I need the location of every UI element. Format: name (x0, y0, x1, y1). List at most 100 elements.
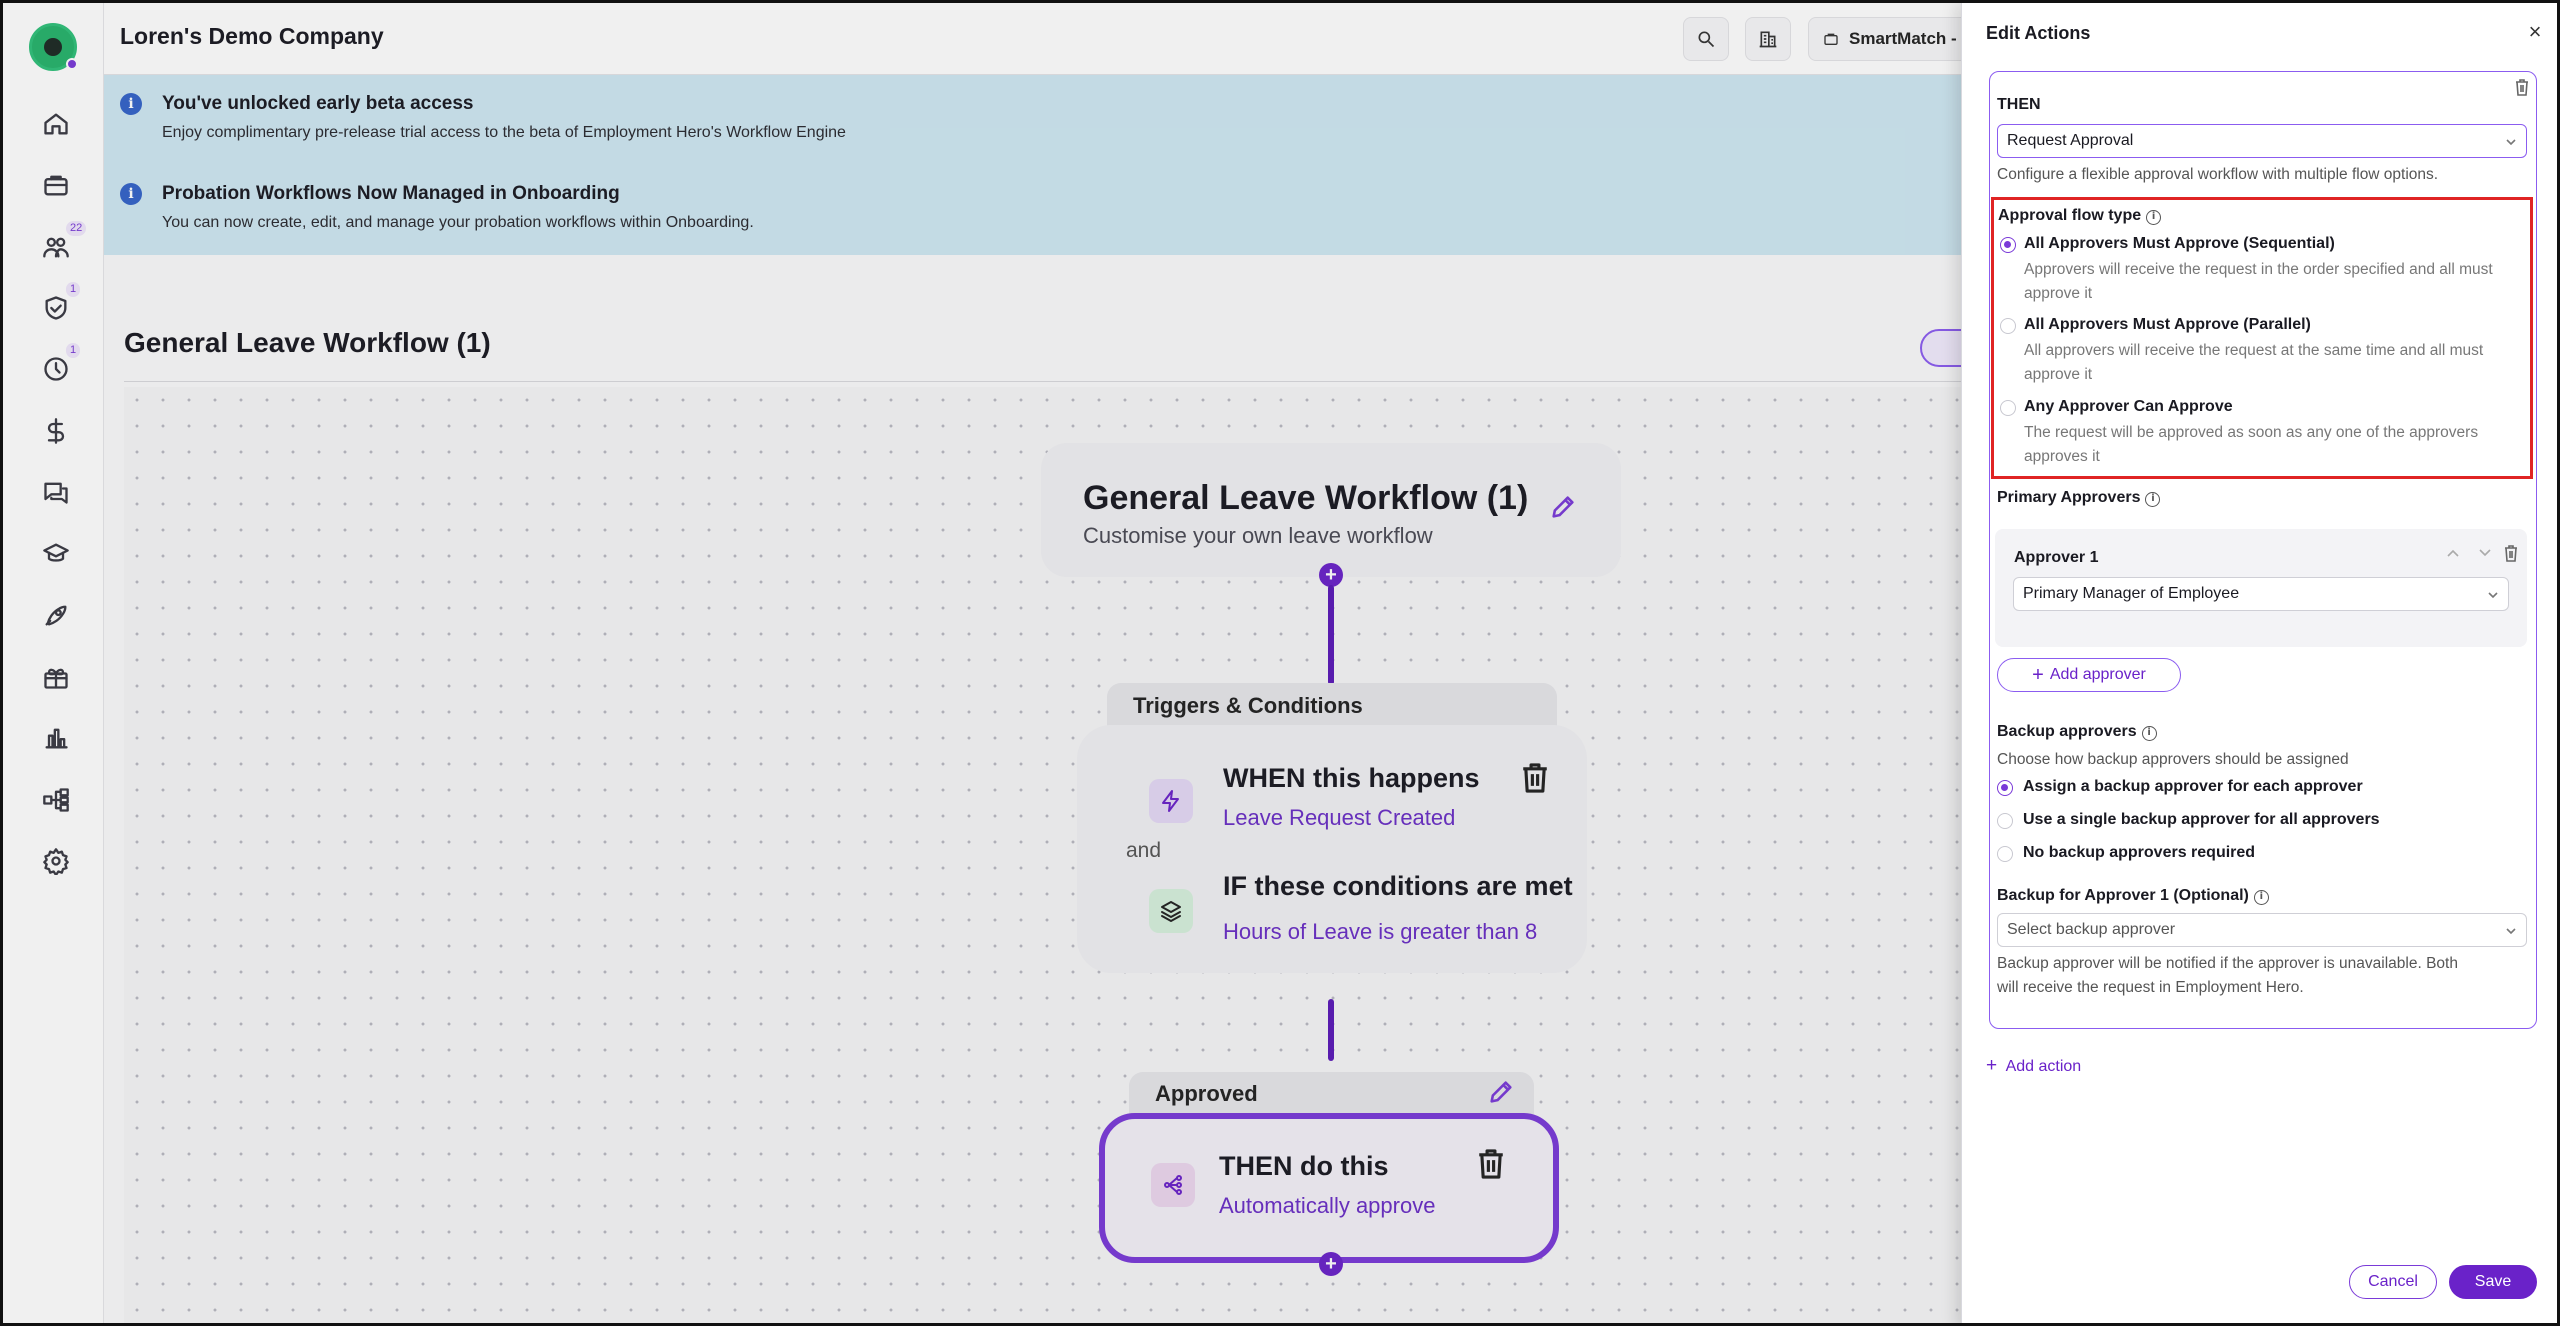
chat-icon (44, 482, 68, 504)
pencil-icon (1490, 1081, 1512, 1103)
connector-line (1328, 585, 1334, 685)
backup-note: will receive the request in Employment H… (1997, 979, 2304, 996)
add-action-button[interactable]: + Add action (1986, 1055, 2081, 1077)
flow-any-radio[interactable] (2000, 400, 2016, 416)
delete-action-icon[interactable] (2514, 78, 2530, 96)
then-card[interactable]: THEN do this Automatically approve (1099, 1113, 1559, 1263)
triggers-label: Triggers & Conditions (1133, 693, 1363, 718)
delete-action-button[interactable] (1475, 1147, 1507, 1181)
edit-approved-button[interactable] (1487, 1078, 1515, 1106)
sidebar-item-learning[interactable] (39, 537, 73, 571)
sidebar-item-time[interactable]: 1 (39, 343, 81, 386)
smartmatch-label: SmartMatch - (1849, 29, 1957, 48)
flow-option-title[interactable]: All Approvers Must Approve (Parallel) (2024, 316, 2311, 334)
add-approver-button[interactable]: + Add approver (1997, 658, 2181, 692)
flow-option-desc: All approvers will receive the request a… (2024, 342, 2484, 383)
sidebar-item-engagement[interactable] (39, 475, 73, 509)
info-icon: i (120, 183, 142, 205)
backup-approver-select[interactable]: Select backup approver (1997, 913, 2527, 947)
approver-label: Approver 1 (2014, 549, 2099, 566)
sidebar-item-onboarding[interactable] (39, 598, 73, 632)
close-icon[interactable]: × (2524, 21, 2546, 43)
backup-option-label[interactable]: Use a single backup approver for all app… (2023, 811, 2380, 829)
app-window: 22 1 1 Loren's Demo Company SmartMatch -… (0, 0, 2560, 1326)
edit-workflow-button[interactable] (1549, 493, 1577, 521)
approval-flow-type-section: Approval flow type i All Approvers Must A… (1991, 197, 2533, 479)
flow-sequential-radio[interactable] (2000, 237, 2016, 253)
approver-card: Approver 1 Primary Manager of Employee (1995, 529, 2527, 647)
backup-none-radio[interactable] (1997, 846, 2013, 862)
company-logo[interactable] (29, 23, 78, 71)
backup-approvers-label: Backup approvers i (1997, 723, 2157, 741)
cancel-button[interactable]: Cancel (2349, 1265, 2437, 1299)
sidebar-item-recruiting[interactable] (39, 168, 73, 202)
home-icon (44, 113, 68, 135)
save-button[interactable]: Save (2449, 1265, 2537, 1299)
info-icon[interactable]: i (2145, 492, 2161, 507)
organisation-button[interactable] (1745, 17, 1791, 61)
info-icon[interactable]: i (2253, 890, 2269, 905)
compliance-badge: 1 (66, 282, 81, 297)
branch-icon (1151, 1163, 1195, 1207)
trash-icon (1479, 1149, 1503, 1179)
sidebar-item-settings[interactable] (39, 844, 73, 878)
plus-icon: + (2032, 663, 2044, 686)
triggers-header: Triggers & Conditions (1107, 683, 1557, 729)
workflow-editor: General Leave Workflow (1) General Leave… (104, 255, 1980, 1323)
move-up-icon[interactable] (2445, 545, 2461, 561)
sidebar-item-payroll[interactable] (39, 414, 73, 448)
info-icon[interactable]: i (2141, 726, 2157, 741)
backup-each-radio[interactable] (1997, 780, 2013, 796)
then-value[interactable]: Automatically approve (1219, 1193, 1435, 1219)
flow-parallel-radio[interactable] (2000, 318, 2016, 334)
shield-check-icon (45, 296, 67, 320)
rocket-icon (45, 605, 67, 626)
add-step-button[interactable]: + (1319, 563, 1343, 587)
then-label: THEN (1997, 96, 2041, 113)
move-down-icon[interactable] (2477, 545, 2493, 561)
search-icon (1698, 31, 1715, 48)
bar-chart-icon (45, 728, 68, 749)
when-title: WHEN this happens (1223, 763, 1480, 793)
banner-description: You can now create, edit, and manage you… (162, 214, 754, 231)
primary-approvers-label: Primary Approvers i (1997, 489, 2161, 507)
sidebar: 22 1 1 (3, 3, 104, 1323)
page-title: General Leave Workflow (1) (124, 327, 491, 358)
backup-description: Choose how backup approvers should be as… (1997, 751, 2349, 768)
edit-actions-drawer: Edit Actions × THEN Request Approval Con… (1961, 3, 2557, 1323)
backup-option-label[interactable]: No backup approvers required (2023, 844, 2255, 862)
if-value[interactable]: Hours of Leave is greater than 8 (1223, 919, 1537, 945)
then-title: THEN do this (1219, 1151, 1389, 1181)
flow-option-title[interactable]: Any Approver Can Approve (2024, 398, 2233, 416)
workflow-name: General Leave Workflow (1) (1083, 479, 1529, 517)
approver-select[interactable]: Primary Manager of Employee (2013, 577, 2509, 611)
when-value[interactable]: Leave Request Created (1223, 805, 1455, 831)
add-step-button[interactable]: + (1319, 1252, 1343, 1276)
chevron-down-icon (2488, 587, 2498, 599)
clock-icon (44, 357, 68, 381)
sidebar-item-reports[interactable] (39, 721, 73, 755)
workflow-start-card[interactable]: General Leave Workflow (1) Customise you… (1041, 443, 1621, 577)
sidebar-item-workflows[interactable] (39, 783, 73, 817)
action-type-select[interactable]: Request Approval (1997, 124, 2527, 158)
sidebar-item-home[interactable] (39, 107, 73, 141)
action-description: Configure a flexible approval workflow w… (1997, 166, 2439, 183)
sidebar-item-compliance[interactable]: 1 (39, 282, 81, 325)
workflow-subtitle: Customise your own leave workflow (1083, 523, 1433, 548)
search-button[interactable] (1683, 17, 1729, 61)
sidebar-item-people[interactable]: 22 (39, 221, 87, 264)
people-badge: 22 (66, 221, 87, 236)
connector-line (1328, 999, 1334, 1061)
pencil-icon (1552, 496, 1574, 518)
delete-approver-icon[interactable] (2503, 544, 2519, 562)
flow-option-desc: The request will be approved as soon as … (2024, 424, 2479, 465)
banner-title: Probation Workflows Now Managed in Onboa… (162, 183, 620, 204)
sidebar-item-benefits[interactable] (39, 660, 73, 694)
trash-icon (1523, 763, 1547, 793)
flow-option-title[interactable]: All Approvers Must Approve (Sequential) (2024, 235, 2335, 253)
info-icon[interactable]: i (2146, 210, 2162, 225)
backup-single-radio[interactable] (1997, 813, 2013, 829)
delete-trigger-button[interactable] (1519, 761, 1551, 795)
backup-option-label[interactable]: Assign a backup approver for each approv… (2023, 778, 2363, 796)
flow-type-label: Approval flow type i (1998, 207, 2162, 225)
